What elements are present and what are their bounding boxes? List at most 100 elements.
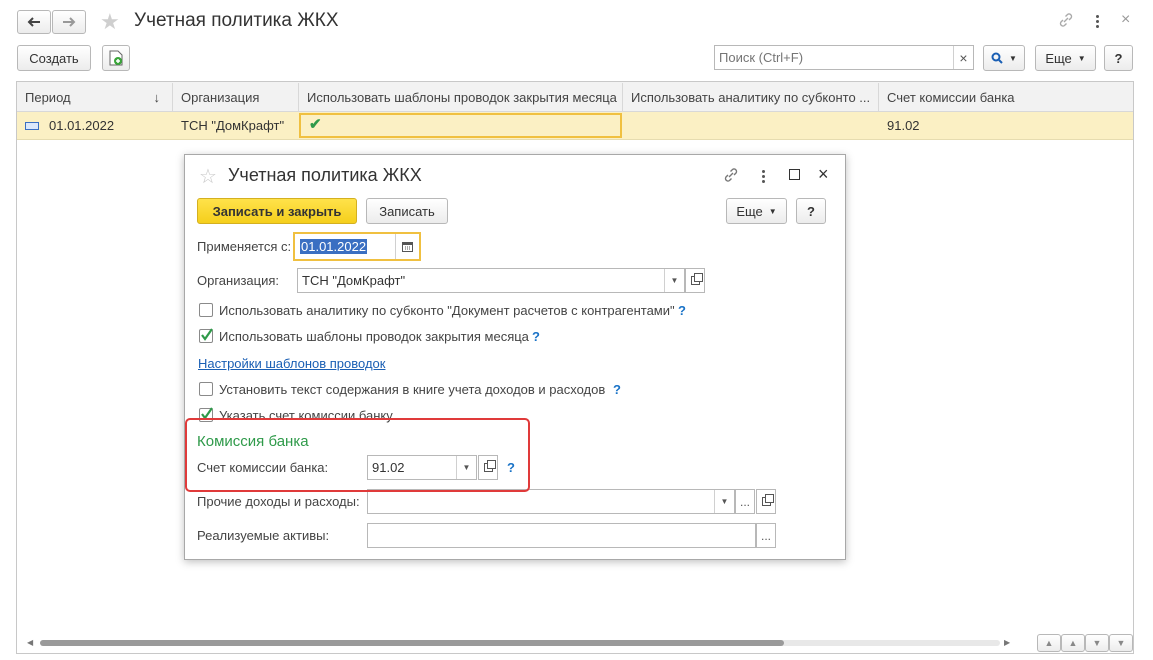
column-header-use-analytics-label: Использовать аналитику по субконто ... (631, 89, 871, 105)
scroll-top-button[interactable]: ▲ (1037, 634, 1061, 652)
column-header-use-analytics[interactable]: Использовать аналитику по субконто ... (623, 83, 879, 111)
dialog-help-button[interactable]: ? (796, 198, 826, 224)
column-header-bank-account-label: Счет комиссии банка (887, 89, 1015, 105)
link-icon[interactable] (723, 167, 739, 186)
scroll-right-icon[interactable]: ▶ (1004, 638, 1010, 647)
other-income-label: Прочие доходы и расходы: (197, 494, 360, 509)
calendar-button[interactable] (395, 234, 419, 259)
search-icon (991, 52, 1003, 64)
scroll-bottom-button[interactable]: ▼ (1109, 634, 1133, 652)
save-button[interactable]: Записать (366, 198, 448, 224)
assets-field[interactable] (367, 523, 756, 548)
sort-arrow-icon: ↓ (153, 89, 161, 105)
more-label: Еще (736, 203, 763, 219)
analytics-help-icon[interactable]: ? (678, 303, 686, 318)
scroll-down-button[interactable]: ▼ (1085, 634, 1109, 652)
save-and-close-button[interactable]: Записать и закрыть (197, 198, 357, 224)
search-input[interactable]: × (714, 45, 974, 70)
column-header-bank-account[interactable]: Счет комиссии банка (879, 83, 1133, 111)
assets-label: Реализуемые активы: (197, 528, 330, 543)
cell-use-templates[interactable]: ✔ (299, 113, 622, 138)
open-other-income-button[interactable] (756, 489, 776, 514)
templates-checkbox[interactable] (199, 328, 213, 343)
applies-from-value[interactable]: 01.01.2022 (300, 239, 368, 254)
organization-field[interactable]: ТСН "ДомКрафт" ▼ (297, 268, 685, 293)
column-header-period[interactable]: Период ↓ (17, 83, 173, 111)
templates-checkbox-label: Использовать шаблоны проводок закрытия м… (219, 329, 529, 344)
cell-use-analytics (623, 112, 879, 139)
dialog-more-button[interactable]: Еще ▼ (726, 198, 787, 224)
horizontal-scrollbar[interactable] (40, 640, 1000, 646)
column-header-use-templates-label: Использовать шаблоны проводок закрытия м… (307, 89, 617, 105)
bank-account-field[interactable]: 91.02 ▼ (367, 455, 477, 480)
search-button[interactable]: ▼ (983, 45, 1025, 71)
clear-search-icon[interactable]: × (953, 46, 973, 69)
content-text-checkbox[interactable] (199, 382, 213, 396)
chevron-down-icon[interactable]: ▼ (664, 269, 684, 292)
arrow-right-icon (63, 17, 76, 27)
favorite-star-icon[interactable]: ☆ (199, 164, 217, 189)
cell-period: 01.01.2022 (49, 118, 115, 133)
check-mark-icon (201, 328, 213, 341)
check-mark-icon: ✔ (309, 116, 322, 133)
column-header-organization[interactable]: Организация (173, 83, 299, 111)
scrollbar-thumb[interactable] (40, 640, 784, 646)
favorite-star-icon[interactable]: ★ (100, 9, 120, 35)
templates-help-icon[interactable]: ? (532, 329, 540, 344)
organization-label: Организация: (197, 273, 280, 288)
help-button[interactable]: ? (1104, 45, 1133, 71)
chevron-down-icon: ▼ (1009, 53, 1017, 63)
open-bank-account-button[interactable] (478, 455, 498, 480)
close-icon[interactable]: × (1121, 11, 1130, 29)
applies-from-label: Применяется с: (197, 239, 292, 254)
back-button[interactable] (17, 10, 51, 34)
bank-account-label: Счет комиссии банка: (197, 460, 329, 475)
chevron-down-icon: ▼ (768, 206, 777, 216)
select-other-income-button[interactable]: ... (735, 489, 755, 514)
cell-organization: ТСН "ДомКрафт" (181, 118, 285, 133)
bank-commission-checkbox[interactable] (199, 407, 213, 422)
open-organization-button[interactable] (685, 268, 705, 293)
open-icon (690, 273, 703, 285)
page-title: Учетная политика ЖКХ (134, 10, 339, 31)
chevron-down-icon[interactable]: ▼ (456, 456, 476, 479)
maximize-icon[interactable] (789, 169, 800, 180)
open-icon (761, 494, 774, 506)
scroll-left-icon[interactable]: ◀ (27, 638, 33, 647)
applies-from-field[interactable]: 01.01.2022 (293, 232, 421, 261)
analytics-checkbox-label: Использовать аналитику по субконто "Доку… (219, 303, 675, 318)
bank-commission-checkbox-label: Указать счет комиссии банку (219, 408, 393, 423)
bank-account-help-icon[interactable]: ? (507, 460, 515, 475)
templates-settings-link[interactable]: Настройки шаблонов проводок (198, 356, 385, 371)
select-assets-button[interactable]: ... (756, 523, 776, 548)
organization-value: ТСН "ДомКрафт" (302, 273, 406, 288)
other-income-field[interactable]: ▼ (367, 489, 735, 514)
analytics-checkbox[interactable] (199, 303, 213, 317)
content-text-help-icon[interactable]: ? (613, 382, 621, 397)
chevron-down-icon: ▼ (1077, 53, 1086, 63)
more-button[interactable]: Еще ▼ (1035, 45, 1096, 71)
menu-dots-icon[interactable] (762, 170, 765, 183)
record-icon (25, 122, 39, 130)
arrow-left-icon (27, 17, 40, 27)
search-input-text[interactable] (715, 46, 947, 68)
bank-account-value: 91.02 (372, 460, 405, 475)
column-header-period-label: Период (25, 89, 71, 105)
column-header-use-templates[interactable]: Использовать шаблоны проводок закрытия м… (299, 83, 623, 111)
content-text-checkbox-label: Установить текст содержания в книге учет… (219, 382, 606, 397)
create-based-on-button[interactable] (102, 45, 130, 71)
forward-button[interactable] (52, 10, 86, 34)
close-icon[interactable]: × (818, 164, 829, 185)
create-button[interactable]: Создать (17, 45, 91, 71)
menu-dots-icon[interactable] (1096, 15, 1099, 28)
scroll-up-button[interactable]: ▲ (1061, 634, 1085, 652)
document-add-icon (109, 50, 123, 66)
more-label: Еще (1045, 50, 1072, 66)
calendar-icon (402, 242, 413, 252)
bank-section-title: Комиссия банка (197, 433, 309, 450)
dialog-title: Учетная политика ЖКХ (228, 165, 422, 185)
chevron-down-icon[interactable]: ▼ (714, 490, 734, 513)
check-mark-icon (201, 407, 213, 420)
link-icon[interactable] (1058, 12, 1074, 31)
cell-bank-account: 91.02 (887, 118, 920, 133)
